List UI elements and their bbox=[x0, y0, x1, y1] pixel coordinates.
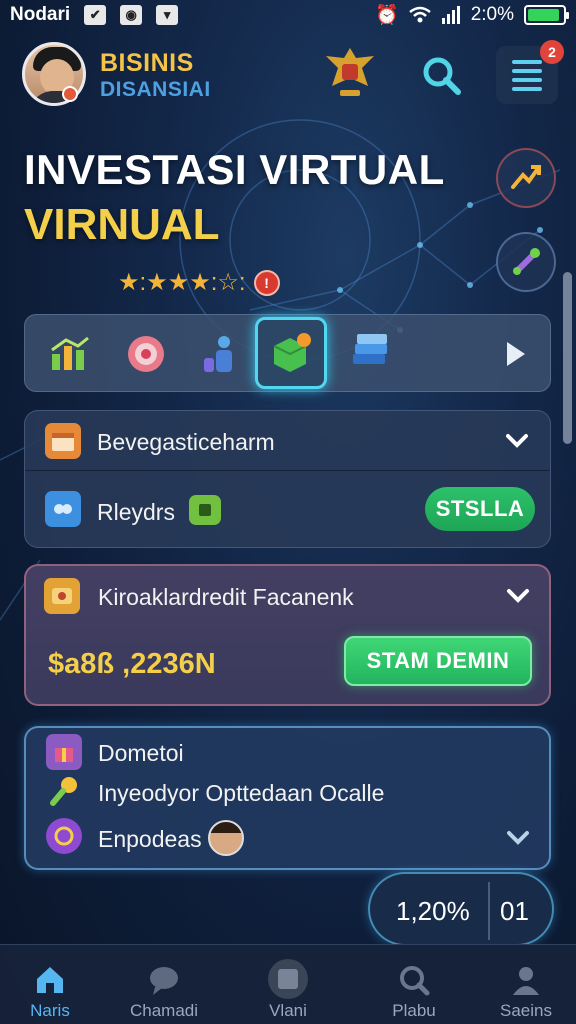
category-next-button[interactable] bbox=[501, 335, 531, 373]
chevron-down-icon[interactable] bbox=[506, 588, 530, 604]
center-icon bbox=[268, 959, 308, 999]
category-target[interactable] bbox=[115, 323, 177, 385]
battery-icon bbox=[524, 5, 569, 25]
nav-label: Naris bbox=[30, 1001, 70, 1020]
battery-percent: 2:0% bbox=[470, 4, 514, 25]
chevron-down-icon[interactable] bbox=[505, 433, 529, 449]
details-card: Dometoi Inyeodyor Opttedaan Ocalle Enpod… bbox=[24, 726, 551, 870]
garuda-emblem-icon bbox=[326, 48, 374, 96]
search-icon bbox=[400, 966, 430, 996]
rating-alert-badge: ! bbox=[253, 269, 280, 296]
calendar-icon bbox=[45, 423, 81, 459]
wrench-icon bbox=[513, 248, 540, 275]
chevron-down-icon[interactable] bbox=[506, 830, 530, 846]
people-icon bbox=[204, 336, 232, 372]
rating: ★:★★★:☆: ! bbox=[118, 268, 280, 297]
ring-icon bbox=[46, 818, 82, 854]
nav-label: Saeins bbox=[500, 1001, 552, 1020]
menu-line bbox=[512, 77, 542, 82]
signal-icon bbox=[441, 6, 460, 24]
brand-line-2: DISANSIAI bbox=[100, 77, 211, 101]
avatar-status-badge bbox=[62, 86, 78, 102]
battery-fill bbox=[528, 9, 559, 21]
key-icon bbox=[46, 774, 82, 810]
menu-button[interactable]: 2 bbox=[496, 40, 564, 104]
hero-subtitle: VIRNUAL bbox=[24, 200, 220, 249]
avatar-small bbox=[208, 820, 244, 856]
category-chart[interactable] bbox=[39, 323, 101, 385]
app-notification-icon: ◉ bbox=[120, 5, 143, 25]
players-icon bbox=[45, 491, 81, 527]
stack-icon bbox=[353, 334, 387, 364]
brand-title: BISINIS DISANSIAI bbox=[100, 49, 211, 101]
chart-icon bbox=[51, 336, 89, 370]
nav-item-search[interactable]: Plabu bbox=[366, 945, 462, 1024]
menu-line bbox=[512, 59, 542, 64]
search-icon[interactable] bbox=[420, 54, 462, 96]
tag-icon bbox=[189, 495, 221, 525]
tool-shortcut-button[interactable] bbox=[496, 232, 556, 292]
category-strip bbox=[24, 314, 551, 392]
status-bar: Nodari ✔ ◉ ▾ ⏰ 2:0% bbox=[0, 0, 576, 30]
nav-label: Vlani bbox=[269, 1001, 307, 1020]
nav-label: Chamadi bbox=[129, 1001, 199, 1020]
start-demo-button[interactable]: STAM DEMIN bbox=[344, 636, 532, 686]
balance-amount: $a8ß ,2236N bbox=[48, 648, 216, 680]
details-row-3-label: Enpodeas bbox=[98, 826, 202, 852]
card-1-header-row[interactable]: Bevegasticeharm bbox=[25, 411, 550, 471]
trend-icon bbox=[511, 165, 541, 189]
nav-item-center[interactable]: Vlani bbox=[240, 945, 336, 1024]
rating-stars: ★:★★★:☆: bbox=[118, 269, 246, 296]
nav-item-home[interactable]: Naris bbox=[2, 945, 98, 1024]
timer-value: 01 bbox=[500, 896, 529, 926]
chevron-right-icon bbox=[507, 342, 525, 366]
card-1-row-1-label: Bevegasticeharm bbox=[97, 429, 275, 455]
progress-percent: 1,20% bbox=[396, 896, 470, 926]
app-notification-icon: ✔ bbox=[84, 5, 107, 25]
gift-icon bbox=[46, 734, 82, 770]
home-icon bbox=[37, 967, 63, 993]
details-row-1-label: Dometoi bbox=[98, 740, 184, 766]
card-1-action-button[interactable]: STSLLA bbox=[425, 487, 535, 531]
alarm-icon: ⏰ bbox=[375, 5, 399, 26]
menu-line bbox=[512, 68, 542, 73]
box-icon bbox=[273, 333, 311, 372]
wifi-icon bbox=[408, 6, 431, 23]
bottom-navigation: Naris Chamadi Vlani Plabu Saeins bbox=[0, 944, 576, 1024]
app-header: BISINIS DISANSIAI 2 bbox=[0, 38, 576, 114]
chat-icon bbox=[150, 967, 178, 995]
chart-shortcut-button[interactable] bbox=[496, 148, 556, 208]
wallet-icon bbox=[44, 578, 80, 614]
brand-line-1: BISINIS bbox=[100, 49, 194, 77]
menu-line bbox=[512, 86, 542, 91]
nav-item-profile[interactable]: Saeins bbox=[478, 945, 574, 1024]
progress-widget[interactable]: 1,20% 01 bbox=[368, 872, 554, 946]
scrollbar[interactable] bbox=[563, 272, 572, 444]
category-box[interactable] bbox=[255, 317, 327, 389]
info-card-1: Bevegasticeharm Rleydrs STSLLA bbox=[24, 410, 551, 548]
app-notification-icon: ▾ bbox=[156, 5, 179, 25]
person-icon bbox=[513, 967, 539, 995]
nav-label: Plabu bbox=[392, 1001, 436, 1020]
balance-card-title: Kiroaklardredit Facanenk bbox=[98, 584, 354, 610]
balance-card: Kiroaklardredit Facanenk $a8ß ,2236N STA… bbox=[24, 564, 551, 706]
carrier-name: Nodari bbox=[10, 4, 71, 25]
category-stack[interactable] bbox=[337, 323, 399, 385]
nav-item-chat[interactable]: Chamadi bbox=[116, 945, 212, 1024]
category-people[interactable] bbox=[189, 323, 251, 385]
details-row-2-label: Inyeodyor Opttedaan Ocalle bbox=[98, 780, 385, 806]
divider bbox=[488, 882, 490, 940]
hero-title: INVESTASI VIRTUAL bbox=[24, 146, 445, 193]
target-icon bbox=[128, 336, 164, 372]
notification-badge: 2 bbox=[540, 40, 564, 64]
card-1-row-2-label: Rleydrs bbox=[97, 499, 175, 525]
